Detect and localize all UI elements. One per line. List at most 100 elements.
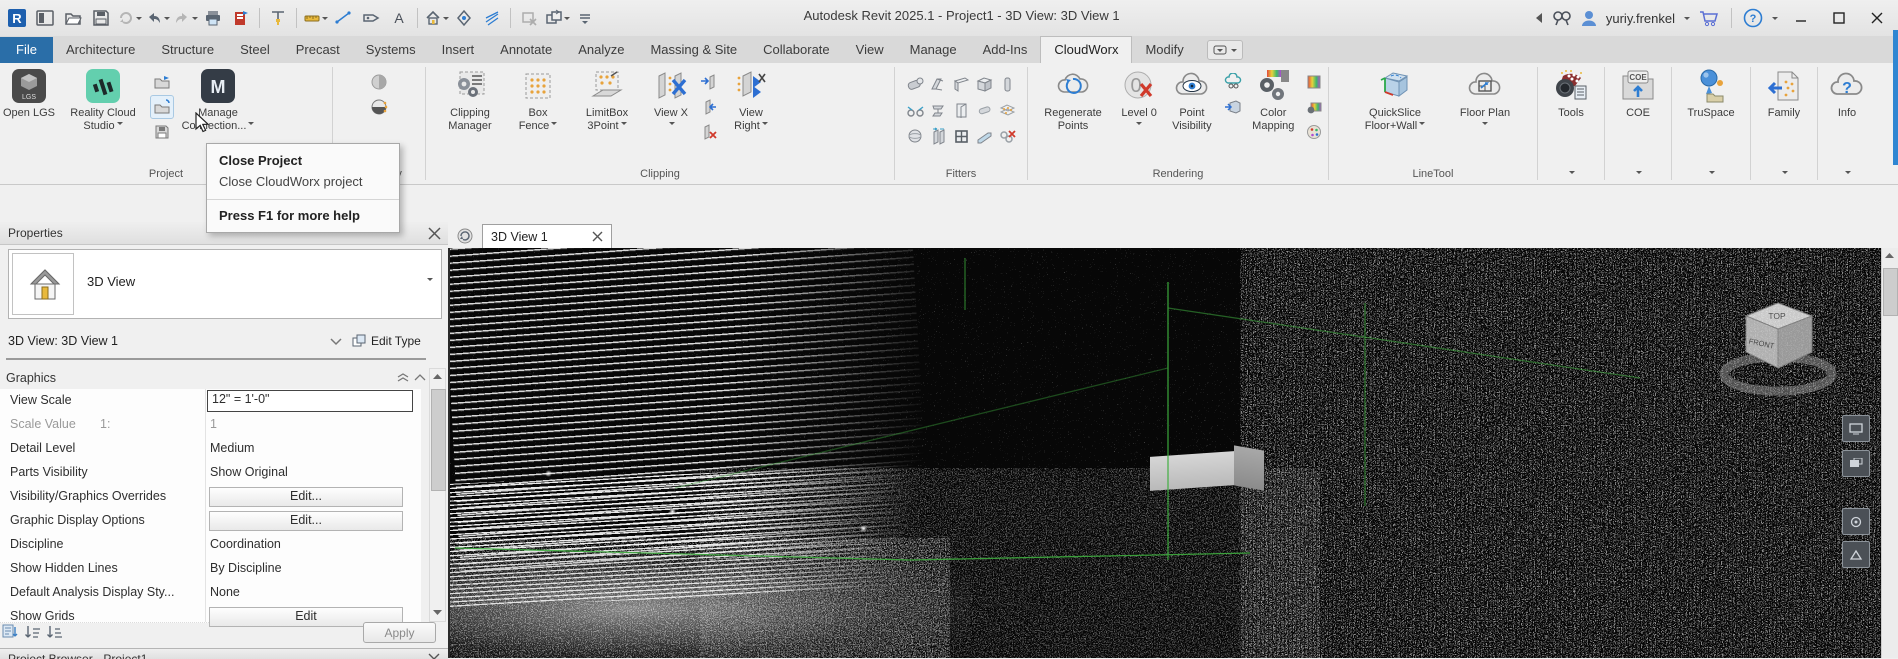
app-store-cart-icon[interactable]: [1698, 9, 1720, 27]
panel-dropdown-family[interactable]: [1751, 164, 1817, 184]
fitter-ramp-icon[interactable]: [973, 123, 996, 149]
color-mapping-button[interactable]: Color Mapping: [1248, 67, 1299, 133]
fitter-pipe-icon[interactable]: [904, 71, 927, 97]
properties-close-icon[interactable]: [428, 227, 441, 240]
section-marker-icon[interactable]: [451, 5, 477, 31]
info-button[interactable]: ? Info: [1824, 67, 1870, 120]
floor-plan-button[interactable]: Floor Plan: [1452, 67, 1518, 128]
close-hidden-windows-icon[interactable]: [516, 5, 542, 31]
tab-collaborate[interactable]: Collaborate: [750, 37, 843, 63]
fitter-sphere-icon[interactable]: [904, 123, 927, 149]
slab-remove-icon[interactable]: [698, 121, 720, 143]
project-browser-close-icon[interactable]: [428, 653, 440, 659]
view-scale-input[interactable]: 12" = 1'-0": [207, 390, 413, 412]
open-project-icon[interactable]: [151, 71, 173, 93]
coe-button[interactable]: COE COE: [1611, 67, 1665, 120]
tab-insert[interactable]: Insert: [429, 37, 488, 63]
viewport-overlay-button-4[interactable]: [1842, 541, 1870, 568]
panel-dropdown-tools[interactable]: [1538, 164, 1604, 184]
help-menu-caret[interactable]: [1772, 17, 1778, 23]
print-icon[interactable]: [200, 5, 226, 31]
section-expand-all-icon[interactable]: [396, 373, 410, 383]
fitter-duct-bend-icon[interactable]: [927, 71, 950, 97]
minimize-button[interactable]: [1786, 5, 1816, 31]
sync-icon[interactable]: [116, 5, 142, 31]
ribbon-display-toggle[interactable]: [1207, 40, 1243, 60]
panel-dropdown-info[interactable]: [1818, 164, 1876, 184]
thin-lines-icon[interactable]: [479, 5, 505, 31]
fitter-wall-panel-icon[interactable]: [950, 71, 973, 97]
fitter-door-icon[interactable]: [950, 97, 973, 123]
default-analysis-value[interactable]: None: [210, 585, 410, 599]
target-active-icon[interactable]: [368, 96, 390, 118]
viewport-scrollbar[interactable]: [1881, 248, 1898, 658]
slab-align-front-icon[interactable]: [698, 71, 720, 93]
tab-add-ins[interactable]: Add-Ins: [970, 37, 1041, 63]
detail-level-value[interactable]: Medium: [210, 441, 410, 455]
type-selector[interactable]: 3D View: [8, 249, 442, 319]
text-tool-icon[interactable]: A: [386, 5, 412, 31]
apply-button[interactable]: Apply: [363, 622, 436, 643]
tab-precast[interactable]: Precast: [283, 37, 353, 63]
modify-pin-icon[interactable]: [265, 5, 291, 31]
manage-connection-button[interactable]: M Manage Connection...: [175, 67, 261, 133]
box-fence-button[interactable]: Box Fence: [512, 67, 564, 133]
user-menu-caret[interactable]: [1684, 17, 1690, 23]
fitter-point-grid-icon[interactable]: [996, 97, 1019, 123]
maximize-button[interactable]: [1824, 5, 1854, 31]
tab-architecture[interactable]: Architecture: [53, 37, 148, 63]
panel-dropdown-coe[interactable]: [1605, 164, 1671, 184]
viewport-overlay-button-3[interactable]: [1842, 508, 1870, 535]
view-right-button[interactable]: View Right: [726, 67, 776, 133]
revit-logo-icon[interactable]: R: [4, 5, 30, 31]
reality-cloud-studio-button[interactable]: Reality Cloud Studio: [57, 67, 149, 133]
tab-analyze[interactable]: Analyze: [565, 37, 637, 63]
tab-view[interactable]: View: [843, 37, 897, 63]
view-x-button[interactable]: View X: [650, 67, 692, 133]
color-settings-icon[interactable]: [1303, 96, 1325, 118]
filter-toggle-icon[interactable]: [2, 623, 20, 641]
user-avatar-icon[interactable]: [1580, 9, 1598, 27]
switch-windows-icon[interactable]: [544, 5, 570, 31]
export-sheet-icon[interactable]: [228, 5, 254, 31]
edit-type-icon[interactable]: [352, 334, 367, 349]
scroll-up-icon[interactable]: [430, 369, 445, 385]
aligned-dimension-icon[interactable]: [330, 5, 356, 31]
close-project-icon[interactable]: [151, 96, 173, 118]
point-visibility-button[interactable]: Point Visibility: [1166, 67, 1217, 133]
viewport-scrollbar-thumb[interactable]: [1883, 268, 1898, 316]
fitter-box-icon[interactable]: [973, 71, 996, 97]
color-range-icon[interactable]: [1303, 71, 1325, 93]
tab-cloudworx[interactable]: CloudWorx: [1040, 36, 1132, 63]
undo-icon[interactable]: [144, 5, 170, 31]
view-tab-3d-view-1[interactable]: 3D View 1: [482, 224, 612, 248]
tag-icon[interactable]: [358, 5, 384, 31]
customize-qat-icon[interactable]: [572, 5, 598, 31]
open-lgs-button[interactable]: LGS Open LGS: [3, 67, 55, 120]
fitter-disconnect-icon[interactable]: [996, 123, 1019, 149]
instance-caret-icon[interactable]: [330, 338, 342, 346]
parts-visibility-value[interactable]: Show Original: [210, 465, 410, 479]
fitter-wall-arrows-icon[interactable]: [927, 123, 950, 149]
help-icon[interactable]: ?: [1743, 8, 1763, 28]
show-hidden-lines-value[interactable]: By Discipline: [210, 561, 410, 575]
tab-massing-site[interactable]: Massing & Site: [637, 37, 750, 63]
ui-panel-icon[interactable]: [32, 5, 58, 31]
infocenter-collapse-icon[interactable]: [1534, 12, 1544, 24]
tab-systems[interactable]: Systems: [353, 37, 429, 63]
save-project-icon[interactable]: [151, 121, 173, 143]
section-graphics[interactable]: Graphics: [0, 368, 420, 388]
truspace-button[interactable]: TruSpace: [1678, 67, 1744, 120]
fitter-column-icon[interactable]: [996, 71, 1019, 97]
measure-icon[interactable]: [302, 5, 328, 31]
tab-annotate[interactable]: Annotate: [487, 37, 565, 63]
redo-icon[interactable]: [172, 5, 198, 31]
signed-in-user[interactable]: yuriy.frenkel: [1606, 11, 1675, 26]
level-0-button[interactable]: 0 Level 0: [1116, 67, 1162, 128]
view-tab-list-icon[interactable]: [456, 227, 474, 245]
export-points-icon[interactable]: [1222, 96, 1244, 118]
fitter-window-icon[interactable]: [950, 123, 973, 149]
viewport-overlay-button-1[interactable]: [1842, 415, 1870, 442]
default-3d-view-icon[interactable]: [423, 5, 449, 31]
slab-align-back-icon[interactable]: [698, 96, 720, 118]
